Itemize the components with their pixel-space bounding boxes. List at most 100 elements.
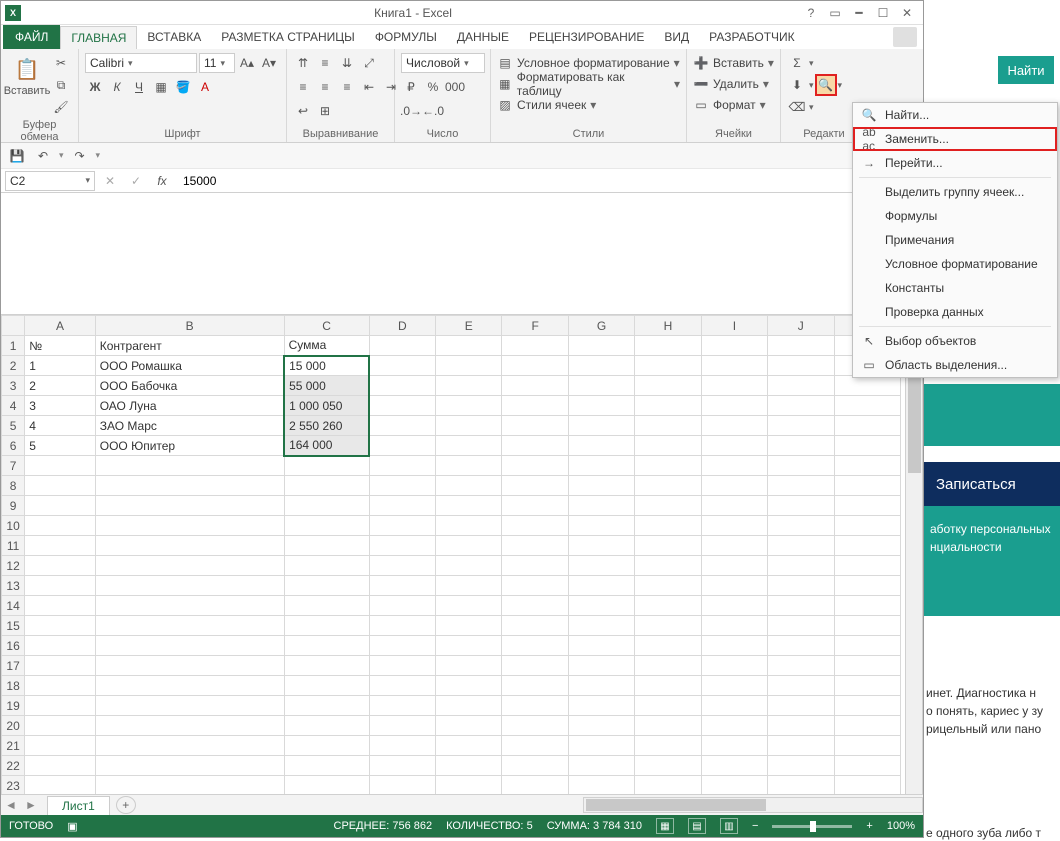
delete-cells-button[interactable]: ➖ Удалить▾ <box>693 74 769 94</box>
maximize-icon[interactable]: ☐ <box>871 3 895 23</box>
tab-data[interactable]: ДАННЫЕ <box>447 26 519 48</box>
tab-formulas[interactable]: ФОРМУЛЫ <box>365 26 447 48</box>
autosum-icon[interactable]: Σ <box>787 53 807 73</box>
enter-formula-icon[interactable]: ✓ <box>125 171 147 191</box>
col-header-D[interactable]: D <box>369 316 435 336</box>
row-3[interactable]: 3 2 ООО Бабочка 55 000 <box>2 376 901 396</box>
row-16[interactable]: 16 <box>2 636 901 656</box>
zoom-slider[interactable] <box>772 825 852 828</box>
dropdown-comments[interactable]: Примечания <box>853 228 1057 252</box>
align-left-icon[interactable]: ≡ <box>293 77 313 97</box>
row-21[interactable]: 21 <box>2 736 901 756</box>
row-1[interactable]: 1 № Контрагент Сумма <box>2 336 901 356</box>
col-header-H[interactable]: H <box>635 316 701 336</box>
view-page-layout-icon[interactable]: ▤ <box>688 818 706 834</box>
row-9[interactable]: 9 <box>2 496 901 516</box>
font-color-icon[interactable]: A <box>195 77 215 97</box>
align-right-icon[interactable]: ≡ <box>337 77 357 97</box>
col-header-J[interactable]: J <box>768 316 834 336</box>
vertical-scrollbar[interactable] <box>905 315 922 794</box>
row-22[interactable]: 22 <box>2 756 901 776</box>
wrap-text-icon[interactable]: ↩ <box>293 101 313 121</box>
tab-home[interactable]: ГЛАВНАЯ <box>60 26 137 49</box>
insert-cells-button[interactable]: ➕ Вставить▾ <box>693 53 774 73</box>
bg-signup-button[interactable]: Записаться <box>924 462 1060 506</box>
dropdown-constants[interactable]: Константы <box>853 276 1057 300</box>
percent-icon[interactable]: % <box>423 77 443 97</box>
underline-icon[interactable]: Ч <box>129 77 149 97</box>
dropdown-replace[interactable]: abac Заменить... <box>853 127 1057 151</box>
italic-icon[interactable]: К <box>107 77 127 97</box>
col-header-B[interactable]: B <box>95 316 284 336</box>
row-5[interactable]: 5 4 ЗАО Марс 2 550 260 <box>2 416 901 436</box>
redo-icon[interactable]: ↷ <box>70 146 90 166</box>
orientation-icon[interactable]: ⤢ <box>359 53 379 73</box>
dropdown-data-validation[interactable]: Проверка данных <box>853 300 1057 324</box>
sheet-nav-prev-icon[interactable]: ◄ <box>1 798 21 812</box>
ribbon-display-icon[interactable]: ▭ <box>823 3 847 23</box>
name-box[interactable]: C2 <box>5 171 95 191</box>
dropdown-goto[interactable]: → Перейти... <box>853 151 1057 175</box>
macro-record-icon[interactable]: ▣ <box>67 820 77 833</box>
comma-icon[interactable]: 000 <box>445 77 465 97</box>
row-14[interactable]: 14 <box>2 596 901 616</box>
col-header-C[interactable]: C <box>284 316 369 336</box>
view-normal-icon[interactable]: ▦ <box>656 818 674 834</box>
row-11[interactable]: 11 <box>2 536 901 556</box>
font-name-combo[interactable]: Calibri <box>85 53 197 73</box>
tab-insert[interactable]: ВСТАВКА <box>137 26 211 48</box>
col-header-F[interactable]: F <box>502 316 568 336</box>
tab-developer[interactable]: РАЗРАБОТЧИК <box>699 26 805 48</box>
row-7[interactable]: 7 <box>2 456 901 476</box>
zoom-in-icon[interactable]: + <box>866 820 872 832</box>
spreadsheet-grid[interactable]: A B C D E F G H I J K 1 № Контрагент Сум… <box>1 315 923 794</box>
row-12[interactable]: 12 <box>2 556 901 576</box>
paste-button[interactable]: 📋 Вставить <box>7 53 47 97</box>
cut-icon[interactable]: ✂ <box>51 53 71 73</box>
account-icon[interactable] <box>893 27 917 47</box>
close-icon[interactable]: ✕ <box>895 3 919 23</box>
borders-icon[interactable]: ▦ <box>151 77 171 97</box>
align-top-icon[interactable]: ⇈ <box>293 53 313 73</box>
dropdown-selection-pane[interactable]: ▭ Область выделения... <box>853 353 1057 377</box>
save-icon[interactable]: 💾 <box>7 146 27 166</box>
row-18[interactable]: 18 <box>2 676 901 696</box>
insert-function-icon[interactable]: fx <box>151 171 173 191</box>
merge-icon[interactable]: ⊞ <box>315 101 335 121</box>
col-header-G[interactable]: G <box>568 316 634 336</box>
row-13[interactable]: 13 <box>2 576 901 596</box>
row-10[interactable]: 10 <box>2 516 901 536</box>
horizontal-scrollbar[interactable] <box>583 797 923 813</box>
dropdown-formulas[interactable]: Формулы <box>853 204 1057 228</box>
dropdown-find[interactable]: 🔍 Найти... <box>853 103 1057 127</box>
zoom-out-icon[interactable]: − <box>752 820 758 832</box>
row-4[interactable]: 4 3 ОАО Луна 1 000 050 <box>2 396 901 416</box>
number-format-combo[interactable]: Числовой <box>401 53 485 73</box>
clear-icon[interactable]: ⌫ <box>787 97 807 117</box>
select-all-corner[interactable] <box>2 316 25 336</box>
format-as-table-button[interactable]: ▦ Форматировать как таблицу▾ <box>497 74 680 94</box>
increase-decimal-icon[interactable]: .0→ <box>401 101 421 121</box>
zoom-level[interactable]: 100% <box>887 820 915 832</box>
row-20[interactable]: 20 <box>2 716 901 736</box>
find-select-button[interactable]: 🔍 <box>816 75 836 95</box>
format-painter-icon[interactable]: 🖌 <box>51 97 71 117</box>
row-6[interactable]: 6 5 ООО Юпитер 164 000 <box>2 436 901 456</box>
formula-input[interactable] <box>177 171 919 191</box>
dropdown-goto-special[interactable]: Выделить группу ячеек... <box>853 180 1057 204</box>
minimize-icon[interactable]: ━ <box>847 3 871 23</box>
font-size-combo[interactable]: 11 <box>199 53 235 73</box>
decrease-indent-icon[interactable]: ⇤ <box>359 77 379 97</box>
align-bottom-icon[interactable]: ⇊ <box>337 53 357 73</box>
grow-font-icon[interactable]: A▴ <box>237 53 257 73</box>
cancel-formula-icon[interactable]: ✕ <box>99 171 121 191</box>
view-page-break-icon[interactable]: ▥ <box>720 818 738 834</box>
bg-search-button[interactable]: Найти <box>998 56 1054 84</box>
col-header-A[interactable]: A <box>25 316 96 336</box>
bold-icon[interactable]: Ж <box>85 77 105 97</box>
col-header-E[interactable]: E <box>436 316 502 336</box>
tab-view[interactable]: ВИД <box>654 26 699 48</box>
col-header-I[interactable]: I <box>701 316 767 336</box>
copy-icon[interactable]: ⧉ <box>51 75 71 95</box>
sheet-nav-next-icon[interactable]: ► <box>21 798 41 812</box>
